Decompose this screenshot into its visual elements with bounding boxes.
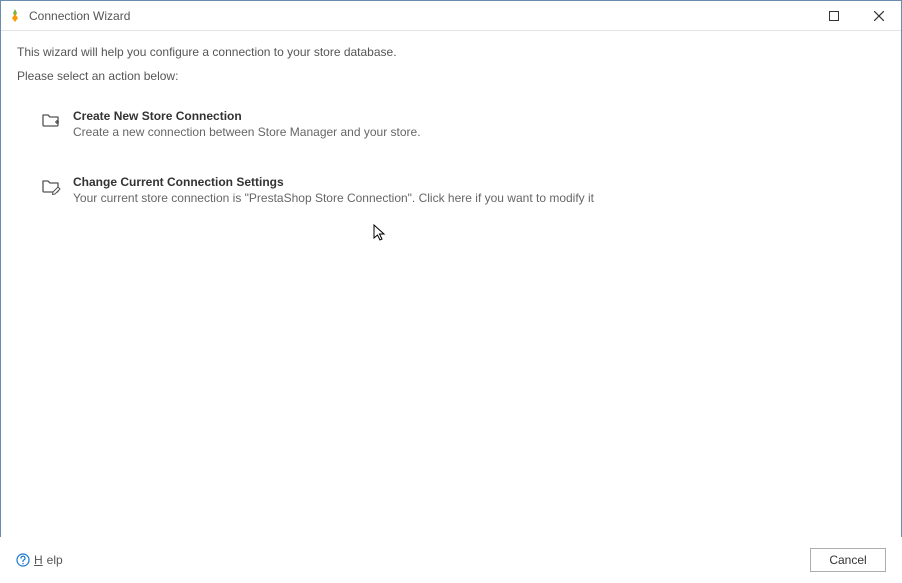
option-create-new-connection[interactable]: Create New Store Connection Create a new… [35, 105, 885, 143]
folder-plus-icon [41, 110, 61, 130]
titlebar: Connection Wizard [1, 1, 901, 31]
wizard-footer: Help Cancel [0, 537, 902, 583]
intro-text: This wizard will help you configure a co… [17, 45, 885, 59]
window-controls [811, 1, 901, 30]
window-title: Connection Wizard [29, 9, 811, 23]
close-icon [874, 11, 884, 21]
help-link[interactable]: Help [16, 553, 63, 567]
option-description: Your current store connection is "Presta… [73, 191, 879, 205]
maximize-button[interactable] [811, 1, 856, 30]
folder-edit-icon [41, 176, 61, 196]
option-title: Create New Store Connection [73, 109, 879, 123]
maximize-icon [829, 11, 839, 21]
help-first-letter: H [34, 553, 43, 567]
option-text: Change Current Connection Settings Your … [73, 175, 879, 205]
option-title: Change Current Connection Settings [73, 175, 879, 189]
help-rest: elp [47, 553, 63, 567]
instruction-text: Please select an action below: [17, 69, 885, 83]
option-text: Create New Store Connection Create a new… [73, 109, 879, 139]
help-icon [16, 553, 30, 567]
close-button[interactable] [856, 1, 901, 30]
app-icon [7, 8, 23, 24]
wizard-content: This wizard will help you configure a co… [1, 31, 901, 536]
option-change-connection-settings[interactable]: Change Current Connection Settings Your … [35, 171, 885, 209]
option-list: Create New Store Connection Create a new… [17, 105, 885, 209]
option-description: Create a new connection between Store Ma… [73, 125, 879, 139]
cancel-button[interactable]: Cancel [810, 548, 886, 572]
